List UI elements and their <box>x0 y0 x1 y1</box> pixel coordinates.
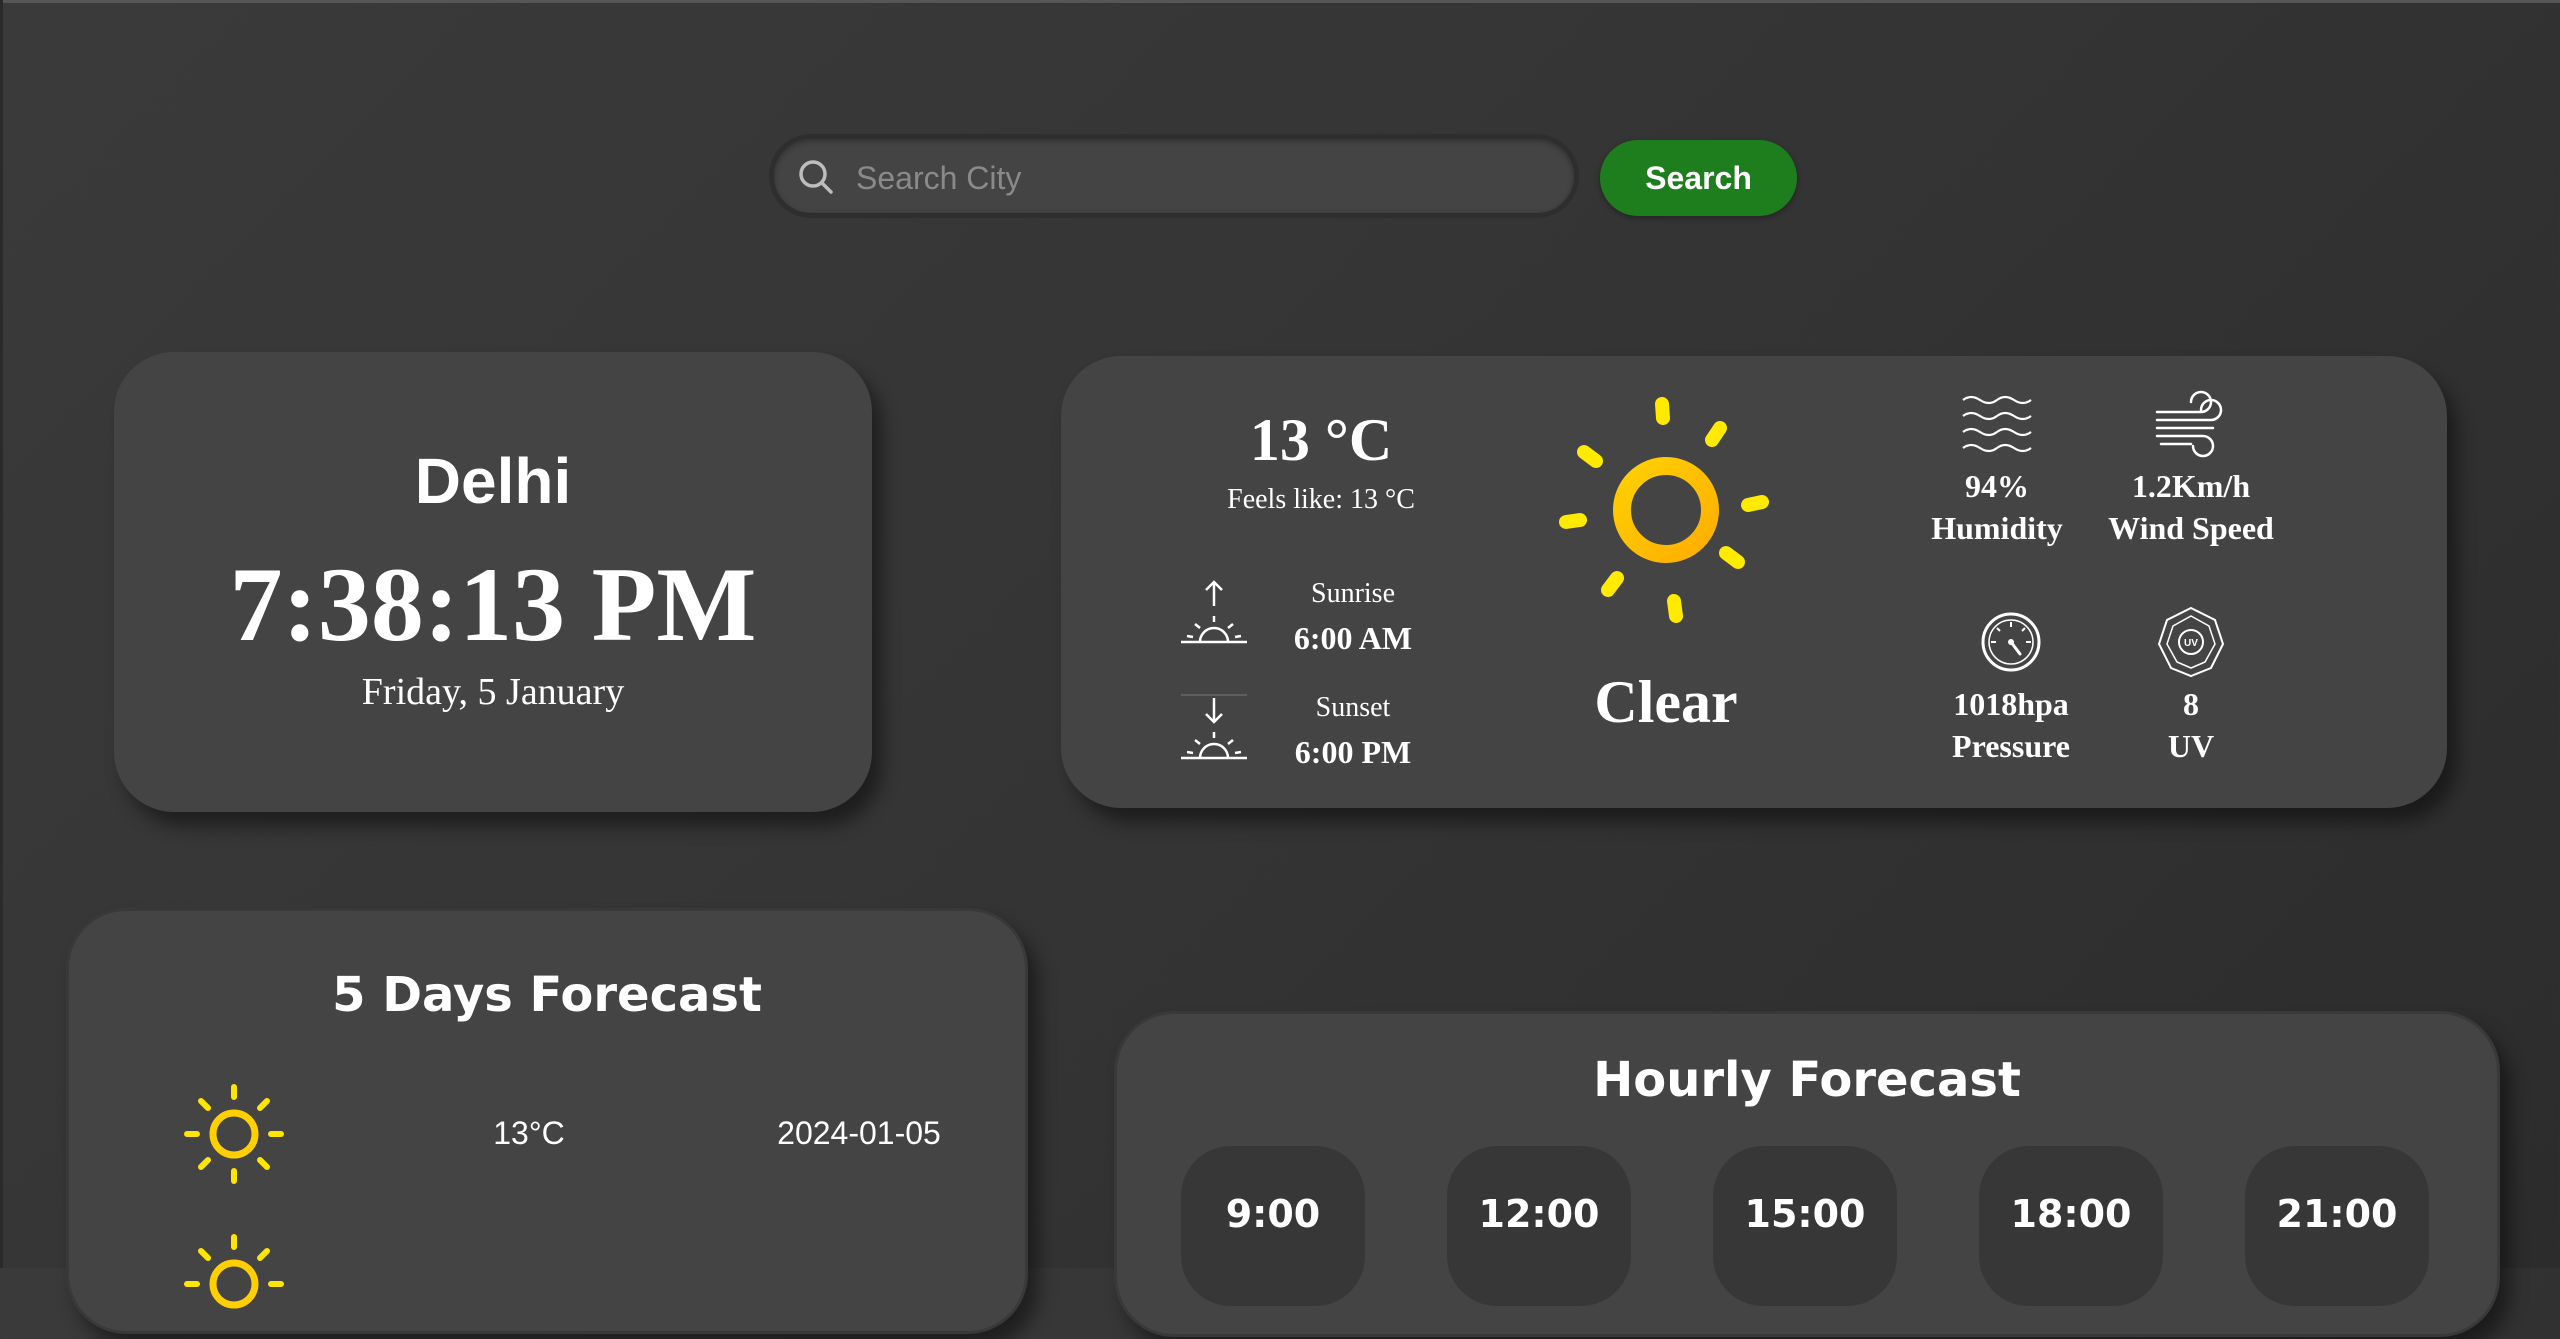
city-time-card: Delhi 7:38:13 PM Friday, 5 January <box>114 352 872 812</box>
search-icon <box>799 160 833 194</box>
humidity-label: Humidity <box>1931 510 2063 546</box>
wind-speed-label: Wind Speed <box>2108 510 2274 546</box>
humidity-icon <box>1962 395 2032 453</box>
weather-condition: Clear <box>1594 669 1738 735</box>
sunrise-label: Sunrise <box>1311 578 1395 609</box>
uv-label: UV <box>2167 728 2215 764</box>
sunset-icon <box>1181 694 1247 760</box>
hourly-time: 12:00 <box>1478 1192 1600 1236</box>
wind-speed-value: 1.2Km/h <box>2131 468 2251 504</box>
uv-value: 8 <box>2183 686 2199 722</box>
sunrise-time: 6:00 AM <box>1293 620 1413 656</box>
hourly-item: 12:00 <box>1447 1146 1631 1306</box>
city-name: Delhi <box>414 445 572 517</box>
five-day-forecast-title: 5 Days Forecast <box>332 967 762 1023</box>
sunrise-icon <box>1181 580 1247 644</box>
hourly-item: 9:00 <box>1181 1146 1365 1306</box>
hourly-item: 21:00 <box>2245 1146 2429 1306</box>
hourly-time: 21:00 <box>2276 1192 2398 1236</box>
current-time: 7:38:13 PM <box>229 546 757 663</box>
current-temperature: 13 °C <box>1249 407 1393 473</box>
feels-like: Feels like: 13 °C <box>1227 484 1415 515</box>
humidity-value: 94% <box>1965 468 2029 504</box>
pressure-gauge-icon <box>1981 612 2041 672</box>
hourly-time: 18:00 <box>2010 1192 2132 1236</box>
window-left-border <box>0 0 3 1268</box>
hourly-item: 15:00 <box>1713 1146 1897 1306</box>
current-date: Friday, 5 January <box>361 671 625 713</box>
sun-icon <box>1559 397 1769 623</box>
forecast-temperature: 13°C <box>493 1115 565 1151</box>
hourly-forecast-title: Hourly Forecast <box>1593 1052 2021 1108</box>
window-top-border <box>0 0 2560 3</box>
svg-text:UV: UV <box>2184 638 2198 649</box>
search-box[interactable] <box>769 134 1579 218</box>
uv-index-icon: UV <box>2157 606 2225 678</box>
hourly-forecast-card: Hourly Forecast 9:00 12:00 15:00 18:00 2… <box>1114 1011 2500 1337</box>
wind-icon <box>2155 390 2223 458</box>
five-day-forecast-card: 5 Days Forecast 13°C 2024-01-05 <box>66 908 1028 1334</box>
current-weather-card: 13 °C Feels like: 13 °C Sunrise 6:00 AM … <box>1061 356 2447 808</box>
search-input[interactable] <box>854 147 1558 209</box>
hourly-time: 15:00 <box>1744 1192 1866 1236</box>
sun-icon <box>184 1234 284 1309</box>
sunset-time: 6:00 PM <box>1294 734 1412 770</box>
search-button[interactable]: Search <box>1600 140 1797 216</box>
sun-icon <box>184 1084 284 1184</box>
hourly-item: 18:00 <box>1979 1146 2163 1306</box>
sunset-label: Sunset <box>1315 692 1391 723</box>
forecast-date: 2024-01-05 <box>777 1115 941 1151</box>
hourly-time: 9:00 <box>1225 1192 1321 1236</box>
